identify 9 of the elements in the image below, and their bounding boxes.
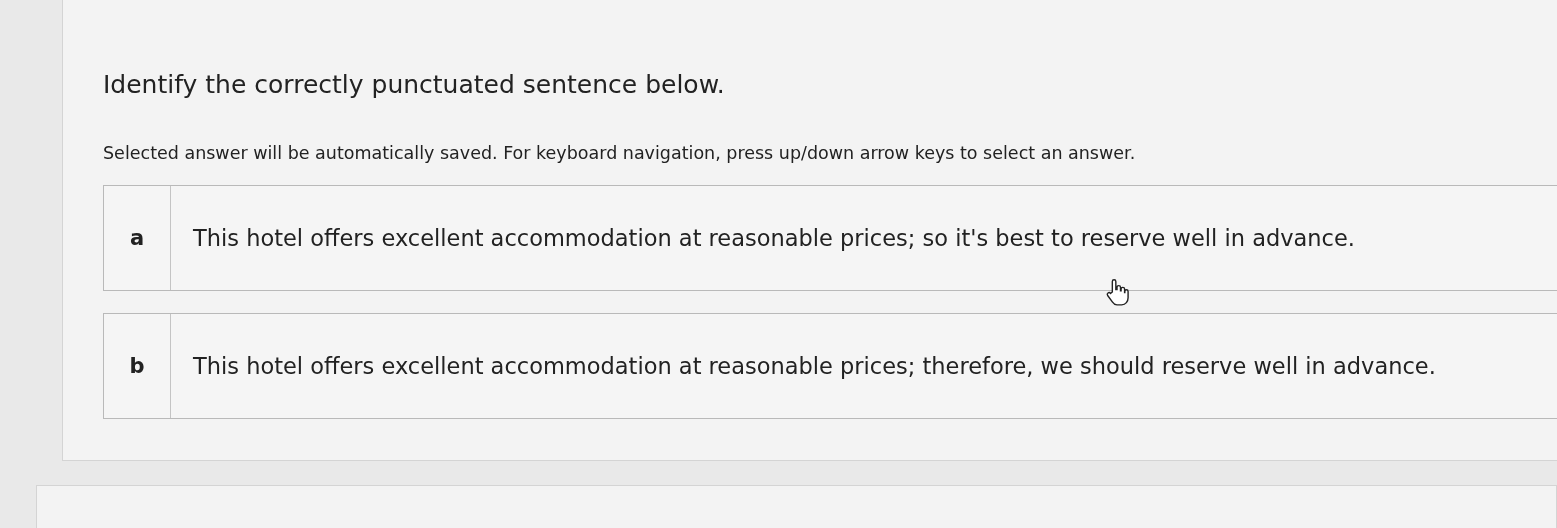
answer-option[interactable]: b This hotel offers excellent accommodation at reasonable prices; therefore, we should reserve well in advance.	[103, 313, 1557, 419]
hand-pointer-icon	[1105, 278, 1129, 306]
instructions-text: Selected answer will be automatically saved. For keyboard navigation, press up/down arrow keys to select an answer.	[103, 143, 1137, 163]
question-prompt: Identify the correctly punctuated sentence below.	[103, 70, 726, 99]
option-letter: b	[104, 314, 171, 418]
option-text: This hotel offers excellent accommodation at reasonable prices; so it's best to reserve well in advance.	[192, 225, 1355, 251]
answer-option[interactable]: a This hotel offers excellent accommodation at reasonable prices; so it's best to reserve well in advance.	[103, 185, 1557, 291]
option-letter: a	[104, 186, 171, 290]
option-text: This hotel offers excellent accommodation at reasonable prices; therefore, we should reserve well in advance.	[192, 353, 1436, 379]
